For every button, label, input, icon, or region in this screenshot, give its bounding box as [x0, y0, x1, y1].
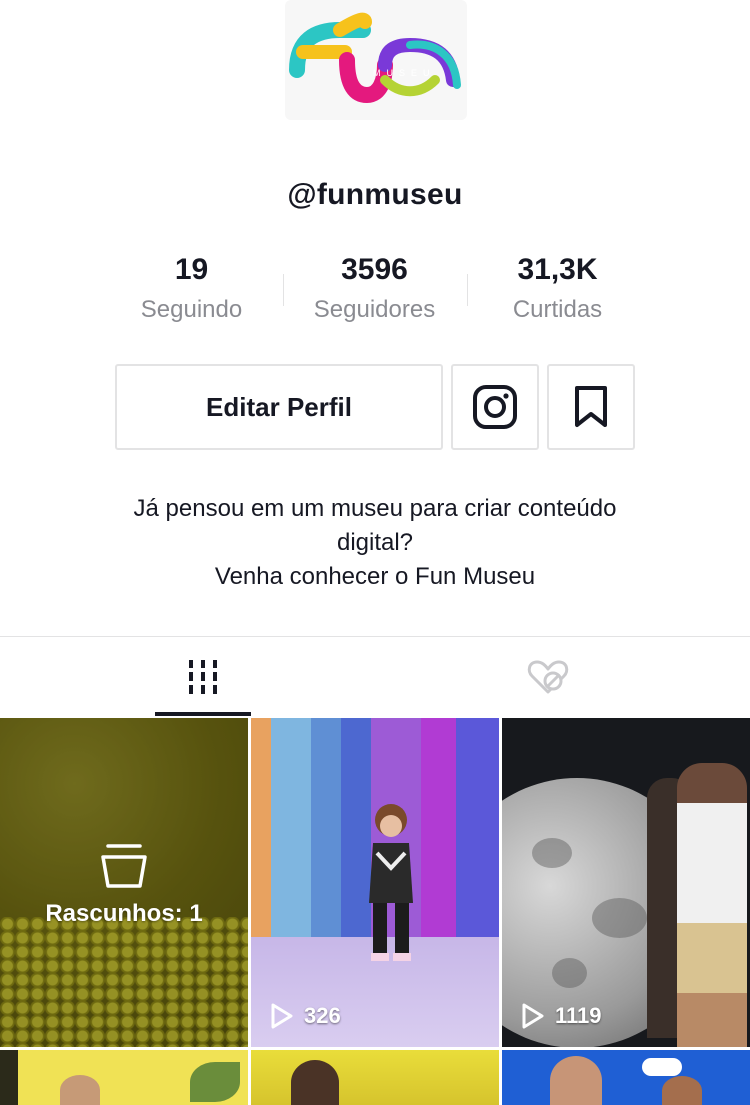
tab-liked[interactable]: [500, 637, 596, 717]
edit-profile-button[interactable]: Editar Perfil: [115, 364, 443, 450]
video-thumbnail[interactable]: [0, 1050, 248, 1105]
child-figure: [369, 804, 413, 961]
stat-likes[interactable]: 31,3K Curtidas: [466, 250, 649, 324]
view-count: 326: [270, 1003, 341, 1029]
video-thumbnail[interactable]: [502, 1050, 750, 1105]
tabs-border: [0, 636, 750, 637]
bio-line: Venha conhecer o Fun Museu: [214, 563, 536, 590]
drafts-icon: [100, 843, 148, 894]
view-count: 1119: [521, 1003, 602, 1029]
likes-count: 31,3K: [517, 253, 598, 286]
instagram-icon: [473, 385, 517, 429]
profile-bio: Já pensou em um museu para criar conteúd…: [60, 492, 690, 594]
profile-stats: 19 Seguindo 3596 Seguidores 31,3K Curtid…: [100, 250, 650, 324]
following-count: 19: [174, 253, 209, 286]
profile-logo[interactable]: MUSEU: [285, 0, 467, 120]
video-thumbnail[interactable]: [251, 718, 499, 1047]
followers-label: Seguidores: [313, 296, 436, 323]
followers-count: 3596: [341, 253, 408, 286]
liked-hidden-icon: [527, 660, 569, 694]
fun-museu-logo-image: MUSEU: [289, 12, 461, 104]
drafts-label: Rascunhos: 1: [45, 900, 203, 927]
play-icon: [271, 1003, 293, 1029]
bio-line: digital?: [336, 529, 414, 556]
stat-divider: [467, 274, 468, 306]
grid-icon: [189, 660, 217, 694]
play-icon: [522, 1003, 544, 1029]
username: @funmuseu: [287, 178, 463, 211]
instagram-button[interactable]: [451, 364, 539, 450]
bio-line: Já pensou em um museu para criar conteúd…: [133, 495, 617, 522]
view-count-text: 1119: [555, 1003, 602, 1028]
stat-following[interactable]: 19 Seguindo: [100, 250, 283, 324]
view-count-text: 326: [304, 1003, 341, 1028]
stat-followers[interactable]: 3596 Seguidores: [283, 250, 466, 324]
tab-videos[interactable]: [155, 637, 251, 717]
active-tab-indicator: [155, 712, 251, 716]
likes-label: Curtidas: [512, 296, 603, 323]
logo-text: MUSEU: [373, 68, 436, 78]
stat-divider: [283, 274, 284, 306]
bookmark-icon: [575, 386, 607, 427]
video-thumbnail[interactable]: [502, 718, 750, 1047]
following-label: Seguindo: [140, 296, 243, 323]
favorites-button[interactable]: [547, 364, 635, 450]
video-thumbnail[interactable]: [251, 1050, 499, 1105]
